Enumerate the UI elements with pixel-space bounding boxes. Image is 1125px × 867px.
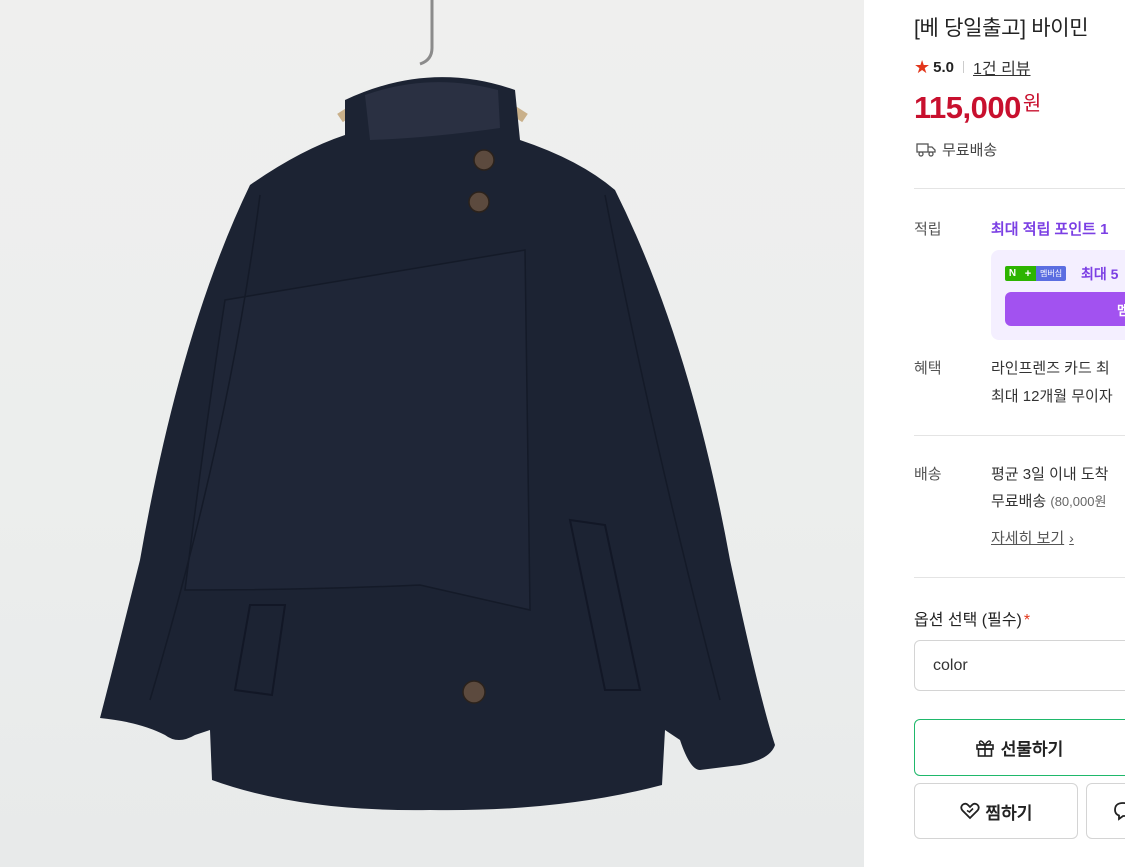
plus-icon: + xyxy=(1020,266,1036,281)
membership-points-box: N + 멤버십 최대 5 멤버 xyxy=(991,250,1125,340)
delivery-fee: 무료배송 (80,000원 xyxy=(991,490,1106,511)
gift-button[interactable]: 선물하기 xyxy=(914,719,1125,776)
wishlist-button[interactable]: 찜하기 xyxy=(914,783,1078,839)
rating-row: ★ 5.0 1건 리뷰 xyxy=(914,55,1031,79)
membership-tag: 멤버십 xyxy=(1036,266,1067,281)
review-count-link[interactable]: 1건 리뷰 xyxy=(973,55,1031,79)
delivery-detail-text: 자세히 보기 xyxy=(991,530,1065,547)
free-shipping-text: 무료배송 xyxy=(942,142,998,159)
free-shipping-badge: 무료배송 xyxy=(916,139,997,160)
rating-score: 5.0 xyxy=(933,58,954,76)
delivery-label: 배송 xyxy=(914,466,942,483)
membership-join-button[interactable]: 멤버 xyxy=(1005,292,1125,326)
membership-points-text: 최대 5 xyxy=(1081,266,1119,282)
price-unit: 원 xyxy=(1022,93,1042,115)
delivery-eta: 평균 3일 이내 도착 xyxy=(991,466,1109,483)
divider xyxy=(914,188,1125,189)
max-points-title[interactable]: 최대 적립 포인트 1 xyxy=(991,218,1108,239)
chat-icon xyxy=(1114,802,1125,821)
heart-icon xyxy=(959,802,980,820)
points-label: 적립 xyxy=(914,221,942,238)
gift-icon xyxy=(975,739,994,757)
npay-membership-badge: N + 멤버십 xyxy=(1005,266,1067,281)
option-label-text: 옵션 선택 (필수) xyxy=(914,612,1022,629)
product-title: [베 당일출고] 바이민 xyxy=(914,17,1089,40)
chat-button[interactable] xyxy=(1086,783,1125,839)
delivery-fee-main: 무료배송 xyxy=(991,493,1047,510)
chevron-right-icon: › xyxy=(1069,529,1074,546)
divider xyxy=(914,435,1125,436)
delivery-detail-link[interactable]: 자세히 보기 › xyxy=(991,527,1074,548)
required-mark: * xyxy=(1023,612,1031,629)
product-image[interactable] xyxy=(0,0,864,867)
gift-button-label: 선물하기 xyxy=(1000,740,1064,759)
divider xyxy=(914,577,1125,578)
option-label: 옵션 선택 (필수) * xyxy=(914,606,1030,630)
price: 115,000 원 xyxy=(914,90,1041,126)
naver-n-icon: N xyxy=(1005,266,1020,281)
wishlist-button-label: 찜하기 xyxy=(985,803,1033,823)
benefit-label: 혜택 xyxy=(914,360,942,377)
price-amount: 115,000 xyxy=(914,90,1021,125)
star-icon: ★ xyxy=(914,57,931,77)
rating-divider xyxy=(963,61,964,73)
card-benefit-text: 라인프렌즈 카드 최 xyxy=(991,360,1110,377)
color-option-select[interactable]: color xyxy=(914,640,1125,691)
truck-icon xyxy=(916,143,936,157)
delivery-fee-note: (80,000원 xyxy=(1050,494,1107,509)
installment-text: 최대 12개월 무이자 xyxy=(991,388,1113,405)
jacket-photo xyxy=(100,0,775,811)
product-info-panel: [베 당일출고] 바이민 ★ 5.0 1건 리뷰 115,000 원 무료배송 적… xyxy=(864,0,1125,867)
